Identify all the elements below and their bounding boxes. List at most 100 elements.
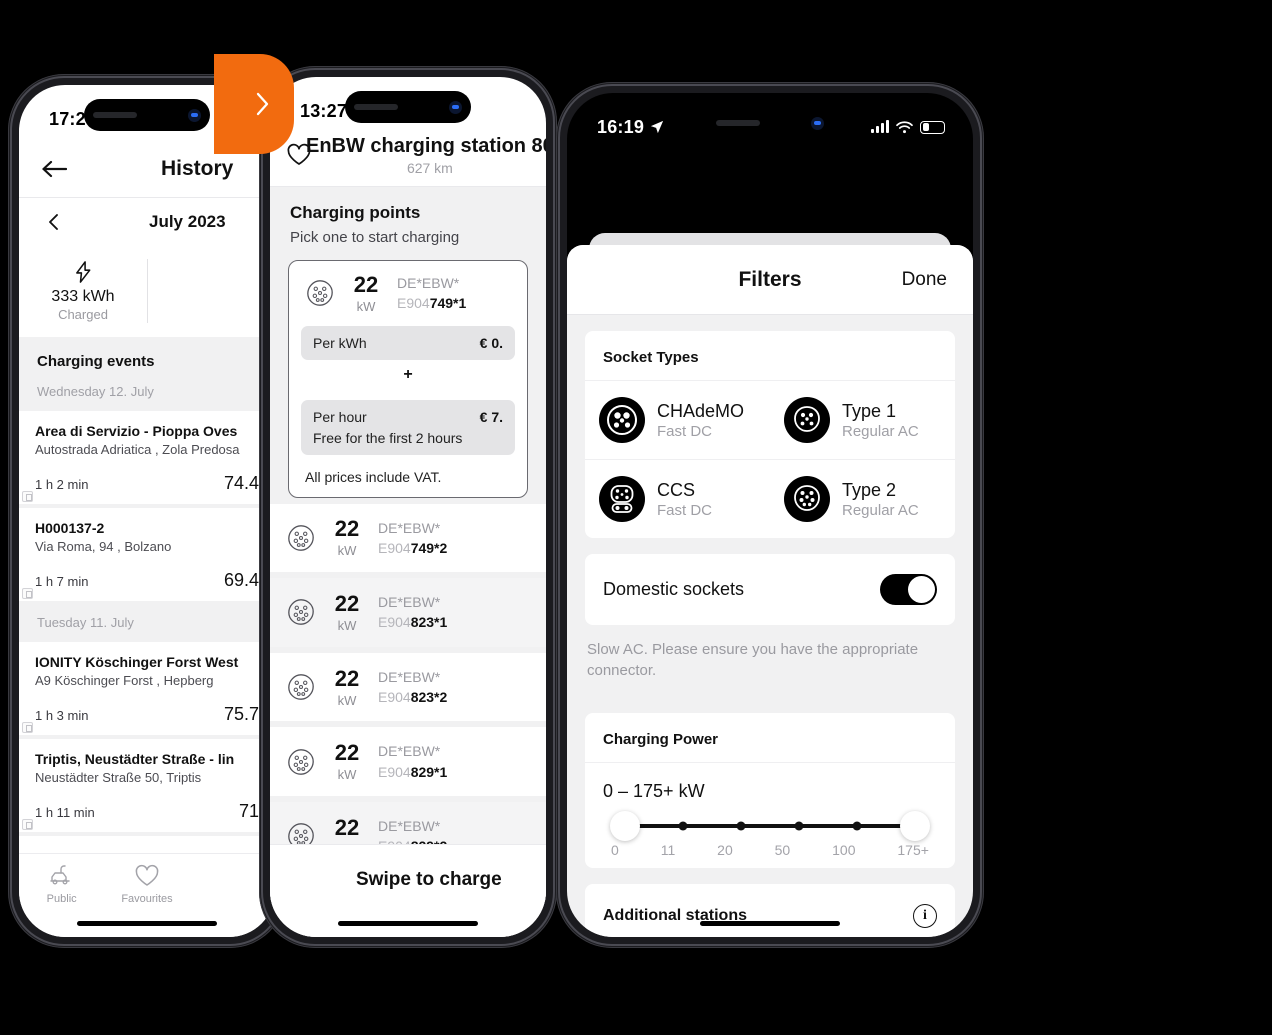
list-item[interactable]: TuR Grunewald (DE*MER*E00 Grunewald, An … xyxy=(19,836,275,837)
list-item[interactable]: Triptis, Neustädter Straße - lin Neustäd… xyxy=(19,739,275,832)
slider-tick-label: 0 xyxy=(611,842,619,858)
event-name: Area di Servizio - Pioppa Oves xyxy=(35,423,238,439)
charging-events-list[interactable]: Charging events Wednesday 12. July Area … xyxy=(19,337,275,837)
event-duration: 1 h 2 min xyxy=(35,477,89,492)
slider-tick-dot xyxy=(678,821,688,831)
charging-power: 22 kW xyxy=(330,516,364,558)
charging-point-row[interactable]: 22 kW DE*EBW* E904823*1 xyxy=(270,578,546,647)
vat-note: All prices include VAT. xyxy=(305,468,442,485)
charging-points-panel[interactable]: Charging points Pick one to start chargi… xyxy=(270,186,546,937)
charging-point-row[interactable]: 22 kW DE*EBW* E904749*2 xyxy=(270,503,546,573)
charging-point-row[interactable]: 22 kW DE*EBW* E904829*1 xyxy=(270,727,546,796)
day-label: Wednesday 12. July xyxy=(37,384,154,399)
event-kwh: 69.4 xyxy=(223,570,259,590)
slider-tick-label: 20 xyxy=(717,842,733,858)
domestic-sockets-label: Domestic sockets xyxy=(603,579,745,599)
home-indicator xyxy=(338,921,478,926)
event-address: A9 Köschinger Forst , Hepberg xyxy=(35,673,214,688)
evse-prefix: DE*EBW* xyxy=(397,275,460,291)
summary-caption: Charged xyxy=(58,306,108,322)
tab-public[interactable]: Public xyxy=(19,864,104,937)
socket-filter-chademo[interactable]: CHAdeMO Fast DC xyxy=(585,381,770,459)
event-address: Neustädter Straße 50, Triptis xyxy=(35,770,202,785)
price-label: Per kWh xyxy=(313,334,367,351)
socket-filter-ccs[interactable]: CCS Fast DC xyxy=(585,460,770,538)
wifi-icon xyxy=(896,120,913,133)
type1-socket-icon xyxy=(784,397,830,443)
charging-power-card: Charging Power 0 – 175+ kW 0 11 20 50 10… xyxy=(585,713,955,868)
station-distance: 627 km xyxy=(406,160,453,176)
tab-label: Favourites xyxy=(121,893,173,905)
filters-sheet: Filters Done Socket Types CHAdeMO Fast D… xyxy=(567,245,973,937)
receipt-badge-icon xyxy=(22,722,33,733)
tab-label: Public xyxy=(46,893,77,905)
swipe-to-charge-button[interactable] xyxy=(214,54,294,154)
signal-bars-icon xyxy=(871,120,889,133)
power-unit: kW xyxy=(337,617,357,633)
type2-socket-icon xyxy=(288,674,314,700)
power-value: 22 xyxy=(334,814,360,840)
evse-mid: E904 xyxy=(397,295,430,312)
power-unit: kW xyxy=(337,692,357,708)
slider-tick-label: 50 xyxy=(774,842,791,858)
slider-tick-dot xyxy=(794,821,804,831)
price-label: Per hour xyxy=(313,408,367,425)
socket-filter-type1[interactable]: Type 1 Regular AC xyxy=(770,381,955,459)
socket-filter-type2[interactable]: Type 2 Regular AC xyxy=(770,460,955,538)
location-arrow-icon xyxy=(650,120,664,134)
slider-knob-max[interactable] xyxy=(900,811,930,841)
slider-tick-labels: 0 11 20 50 100 175+ xyxy=(611,842,929,858)
page-title: History xyxy=(161,157,234,180)
back-arrow-icon[interactable] xyxy=(41,159,67,179)
receipt-badge-icon xyxy=(22,588,33,599)
evse-mid: E904 xyxy=(378,614,411,631)
evse-suffix: 823*2 xyxy=(410,689,448,706)
screenshot-canvas: 17:25 History July 2023 333 kWh Charged … xyxy=(0,0,1272,1035)
list-item[interactable]: H000137-2 Via Roma, 94 , Bolzano 1 h 7 m… xyxy=(19,508,275,601)
evse-prefix: DE*EBW* xyxy=(378,743,441,760)
socket-name: Type 2 xyxy=(842,479,897,500)
dynamic-island xyxy=(345,91,471,123)
evse-mid: E904 xyxy=(378,763,411,780)
chevron-left-icon[interactable] xyxy=(48,213,59,231)
price-plus: + xyxy=(403,365,413,383)
ccs-socket-icon xyxy=(599,476,645,522)
additional-stations-card: Additional stations i Roaming Stations xyxy=(585,884,955,937)
heart-icon xyxy=(135,864,159,886)
slider-tick-label: 100 xyxy=(832,842,856,858)
evse-suffix: 749*1 xyxy=(429,295,467,312)
info-circle-icon[interactable]: i xyxy=(913,904,937,928)
slider-knob-min[interactable] xyxy=(610,811,640,841)
speaker-pill-icon xyxy=(354,104,398,110)
summary-secondary xyxy=(147,245,275,337)
list-item[interactable]: Area di Servizio - Pioppa Oves Autostrad… xyxy=(19,411,275,504)
charging-power-slider[interactable]: 0 11 20 50 100 175+ xyxy=(585,802,955,868)
power-unit: kW xyxy=(356,298,376,314)
event-name: Triptis, Neustädter Straße - lin xyxy=(35,751,235,767)
socket-name: Type 1 xyxy=(842,400,897,421)
domestic-sockets-toggle[interactable] xyxy=(880,574,937,605)
tab-favourites[interactable]: Favourites xyxy=(104,864,189,937)
phone-filters: 16:19 Filters Done Socket Types CHAdeMO … xyxy=(556,82,984,948)
speaker-pill-icon xyxy=(93,112,137,118)
power-value: 22 xyxy=(334,590,360,616)
list-item[interactable]: IONITY Köschinger Forst West A9 Kösching… xyxy=(19,642,275,735)
charging-point-row[interactable]: 22 kW DE*EBW* E904823*2 xyxy=(270,652,546,722)
power-value: 22 xyxy=(334,665,360,691)
event-duration: 1 h 3 min xyxy=(35,708,89,723)
card-title: Charging Power xyxy=(585,713,955,763)
section-subtitle: Pick one to start charging xyxy=(290,229,460,246)
done-button[interactable]: Done xyxy=(902,269,947,291)
domestic-sockets-row[interactable]: Domestic sockets xyxy=(585,554,955,625)
swipe-label: Swipe to charge xyxy=(356,869,502,890)
sheet-title: Filters xyxy=(738,267,802,291)
type2-socket-icon xyxy=(288,525,314,551)
event-address: Via Roma, 94 , Bolzano xyxy=(35,539,172,554)
station-header: EnBW charging station 80 627 km xyxy=(270,133,546,186)
charging-point-selected[interactable]: 22 kW DE*EBW* E904749*1 Per kWh € 0. + P… xyxy=(288,260,528,498)
evse-mid: E904 xyxy=(378,689,411,706)
charging-power: 22 kW xyxy=(330,742,364,782)
price-value: € 0. xyxy=(479,334,503,351)
event-name: H000137-2 xyxy=(35,520,105,536)
power-value: 22 xyxy=(334,516,360,542)
